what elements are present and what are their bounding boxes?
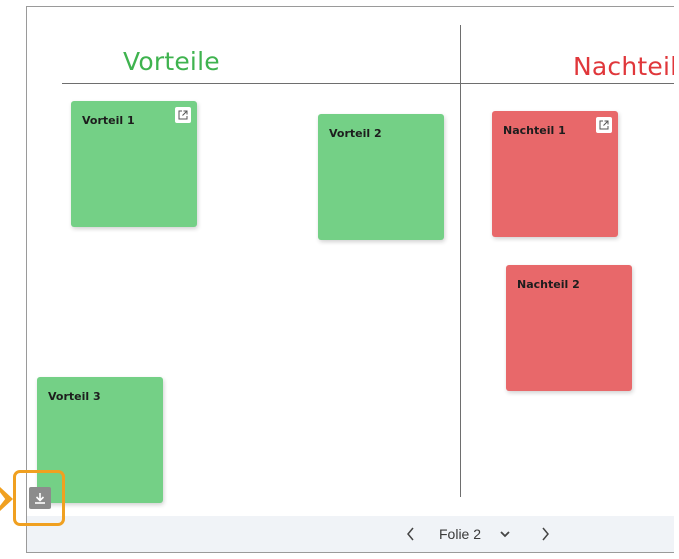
chevron-down-icon[interactable] — [499, 516, 511, 552]
whiteboard-frame: Vorteile Nachteil Vorteil 1 Vorteil 2 Vo… — [26, 6, 674, 553]
pointer-arrow — [0, 487, 13, 511]
horizontal-divider — [62, 83, 674, 84]
note-label: Vorteil 1 — [82, 114, 135, 127]
sticky-note-nachteil-2[interactable]: Nachteil 2 — [506, 265, 632, 391]
heading-nachteile: Nachteil — [573, 52, 674, 81]
note-label: Nachteil 1 — [503, 124, 566, 137]
chevron-right-icon[interactable] — [539, 516, 551, 552]
note-label: Vorteil 2 — [329, 127, 382, 140]
vertical-divider — [460, 25, 461, 497]
note-label: Vorteil 3 — [48, 390, 101, 403]
external-link-icon[interactable] — [175, 107, 191, 123]
sticky-note-nachteil-1[interactable]: Nachteil 1 — [492, 111, 618, 237]
note-label: Nachteil 2 — [517, 278, 580, 291]
sticky-note-vorteil-1[interactable]: Vorteil 1 — [71, 101, 197, 227]
download-icon[interactable] — [29, 487, 51, 509]
heading-vorteile: Vorteile — [123, 47, 220, 76]
slide-navigation-bar: Folie 2 — [27, 516, 674, 552]
chevron-left-icon[interactable] — [405, 516, 417, 552]
external-link-icon[interactable] — [596, 117, 612, 133]
sticky-note-vorteil-2[interactable]: Vorteil 2 — [318, 114, 444, 240]
slide-label: Folie 2 — [439, 526, 482, 542]
board-canvas[interactable]: Vorteile Nachteil Vorteil 1 Vorteil 2 Vo… — [27, 7, 674, 516]
